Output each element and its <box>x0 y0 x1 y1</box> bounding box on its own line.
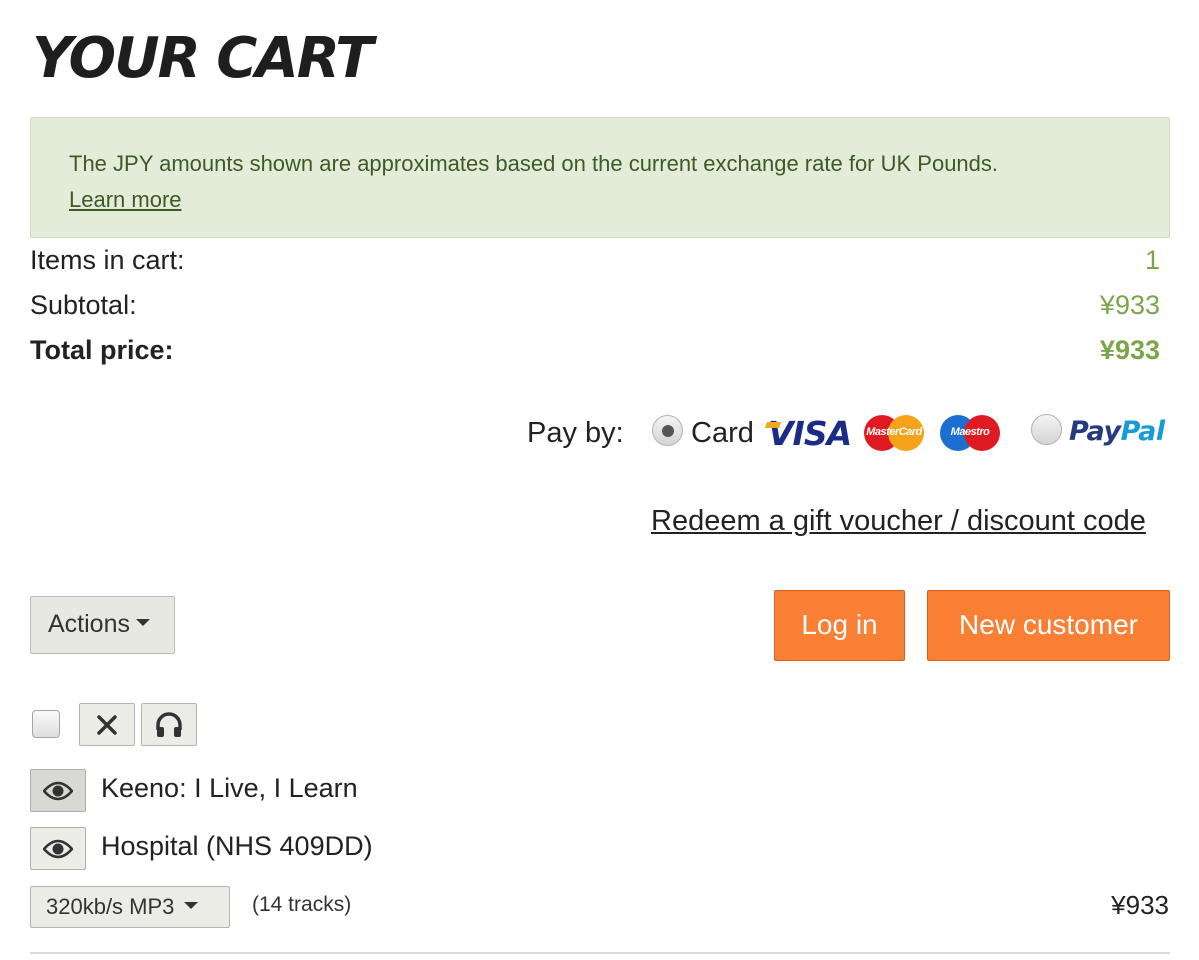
total-price-value: ¥933 <box>1099 334 1160 365</box>
format-value: 320kb/s MP3 <box>46 894 175 919</box>
item-label-catalog: Hospital (NHS 409DD) <box>101 831 373 861</box>
format-select[interactable]: 320kb/s MP3 <box>30 886 230 928</box>
items-in-cart-value: 1 <box>1144 244 1160 275</box>
headphones-icon <box>156 711 182 737</box>
items-in-cart-row: Items in cart: 1 <box>30 240 1160 280</box>
subtotal-row: Subtotal: ¥933 <box>30 285 1160 325</box>
actions-dropdown-button[interactable]: Actions <box>30 596 175 654</box>
mastercard-logo-text: MasterCard <box>866 426 922 438</box>
items-in-cart-label: Items in cart: <box>30 244 185 275</box>
subtotal-value: ¥933 <box>1099 289 1160 320</box>
payment-method-selector: Pay by: Card VISA MasterCard Maestro Pay… <box>0 412 1199 462</box>
item-price: ¥933 <box>1111 890 1169 920</box>
mastercard-logo: MasterCard <box>864 415 924 451</box>
close-icon <box>97 714 117 735</box>
notice-text: The JPY amounts shown are approximates b… <box>69 151 999 176</box>
actions-label: Actions <box>48 610 130 638</box>
card-label: Card <box>691 417 754 449</box>
pay-by-label: Pay by: <box>527 417 624 449</box>
card-radio[interactable] <box>652 415 683 446</box>
total-price-label: Total price: <box>30 334 174 365</box>
learn-more-link[interactable]: Learn more <box>69 187 182 212</box>
redeem-voucher-link[interactable]: Redeem a gift voucher / discount code <box>651 505 1146 538</box>
select-all-checkbox[interactable] <box>32 710 60 738</box>
paypal-radio[interactable] <box>1031 414 1062 445</box>
caret-down-icon <box>135 618 150 626</box>
log-in-button[interactable]: Log in <box>774 590 905 661</box>
eye-icon <box>43 839 73 858</box>
exchange-rate-notice: The JPY amounts shown are approximates b… <box>30 117 1170 238</box>
visa-logo: VISA <box>768 414 852 453</box>
view-artist-button[interactable] <box>30 769 86 812</box>
eye-icon <box>43 781 73 800</box>
paypal-logo: PayPal <box>1069 416 1165 447</box>
maestro-logo: Maestro <box>940 415 1000 451</box>
preview-audio-button[interactable] <box>141 703 197 746</box>
divider <box>30 952 1170 954</box>
page-title: YOUR CART <box>32 26 373 91</box>
item-artist-title: Keeno: I Live, I Learn <box>101 773 358 803</box>
total-price-row: Total price: ¥933 <box>30 330 1160 370</box>
track-count: (14 tracks) <box>252 893 352 916</box>
new-customer-button[interactable]: New customer <box>927 590 1170 661</box>
remove-button[interactable] <box>79 703 135 746</box>
view-label-button[interactable] <box>30 827 86 870</box>
maestro-logo-text: Maestro <box>950 426 990 438</box>
caret-down-icon <box>184 901 199 909</box>
subtotal-label: Subtotal: <box>30 289 137 320</box>
